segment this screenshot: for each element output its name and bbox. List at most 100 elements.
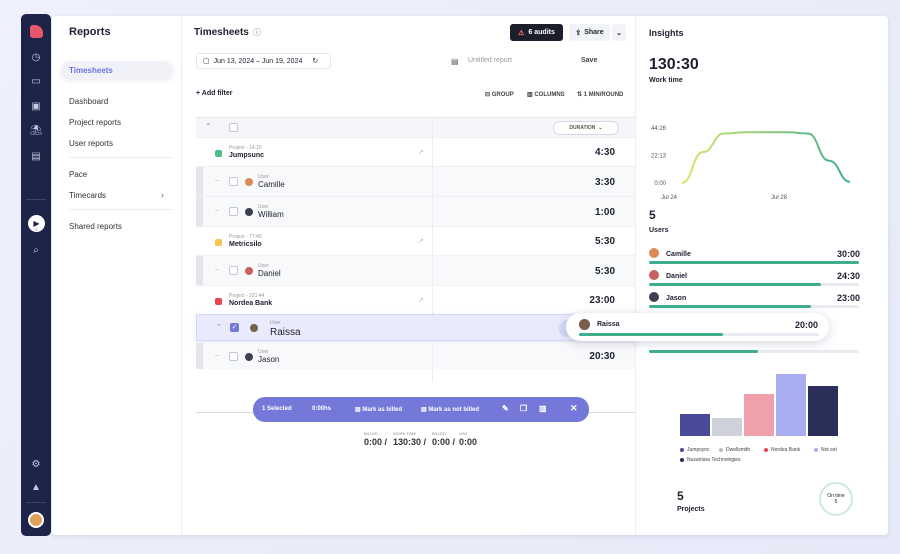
project-color-icon — [215, 150, 222, 157]
add-icon[interactable]: + — [21, 225, 51, 236]
report-name-input[interactable]: Untitled report — [468, 57, 512, 64]
column-divider — [432, 286, 433, 314]
total-value: 0:00 — [459, 437, 478, 447]
legend-dot-icon — [680, 458, 684, 462]
chevron-down-icon: ⌄ — [598, 125, 603, 131]
beach-icon[interactable]: ⛱ — [21, 125, 51, 136]
share-button[interactable]: ⇪ Share — [569, 24, 610, 41]
open-link-icon[interactable]: ↗ — [418, 296, 424, 304]
rounding-button[interactable]: ⇅ 1 MIN/ROUND — [577, 91, 623, 98]
chevron-right-icon[interactable]: › — [161, 190, 164, 200]
table-row[interactable]: Project - 77:40 Metricsilo ↗ 5:30 — [196, 226, 635, 255]
chevron-down-icon: ⌄ — [616, 29, 622, 37]
search-icon[interactable]: ⌕ — [21, 245, 51, 256]
progress-fill — [649, 261, 859, 264]
add-filter-button[interactable]: + Add filter — [196, 90, 233, 97]
open-link-icon[interactable]: ↗ — [418, 148, 424, 156]
user-value: 24:30 — [836, 271, 860, 281]
divider — [69, 209, 173, 210]
duplicate-icon[interactable]: ❐ — [520, 404, 527, 413]
mark-billed-label: Mark as billed — [362, 407, 403, 413]
collapse-icon[interactable]: ⌃ — [216, 323, 222, 331]
table-row[interactable]: – User Daniel 5:30 — [196, 255, 635, 285]
total-value: 0:00 / — [364, 437, 388, 447]
sidebar-item-dashboard[interactable]: Dashboard — [69, 97, 108, 106]
sidebar-item-timesheets[interactable]: Timesheets — [61, 61, 173, 79]
table-row[interactable]: Project - 14:10 Jumpsunc ↗ 4:30 — [196, 137, 635, 166]
progress-fill — [649, 283, 822, 286]
sidebar-item-user-reports[interactable]: User reports — [69, 139, 113, 148]
more-dropdown-button[interactable]: ⌄ — [612, 24, 626, 41]
row-checkbox[interactable] — [229, 266, 238, 275]
columns-button[interactable]: ▥ COLUMNS — [527, 91, 565, 98]
row-type-label: Project - 77:40 — [229, 234, 262, 240]
info-icon[interactable]: ⓘ — [253, 27, 261, 38]
collapse-all-icon[interactable]: ⌃ — [205, 122, 212, 131]
trash-icon[interactable]: ▥ — [539, 404, 547, 413]
total-label: WORK TIME — [393, 431, 417, 436]
close-icon[interactable]: ✕ — [570, 403, 578, 414]
audits-button[interactable]: ⚠ 6 audits — [510, 24, 563, 41]
table-row[interactable]: – User William 1:00 — [196, 196, 635, 226]
user-highlight-popup[interactable]: Raissa 20:00 — [566, 313, 829, 341]
group-button[interactable]: ⊟ GROUP — [485, 91, 514, 98]
sidebar-item-project-reports[interactable]: Project reports — [69, 118, 121, 127]
page-title: Timesheets — [194, 27, 249, 38]
legend-item: Nusantara Technologies — [680, 457, 741, 463]
sidebar-item-pace[interactable]: Pace — [69, 170, 87, 179]
clock-icon[interactable]: ◷ — [21, 52, 51, 63]
user-name: Raissa — [270, 327, 301, 338]
open-link-icon[interactable]: ↗ — [418, 237, 424, 245]
total-label: USD — [459, 431, 468, 436]
save-button[interactable]: Save — [581, 57, 597, 64]
folder-icon[interactable]: ▭ — [21, 76, 51, 87]
mark-not-billed-button[interactable]: ▤ Mark as not billed — [421, 406, 479, 413]
date-range-label: Jun 13, 2024 – Jun 19, 2024 — [213, 57, 303, 65]
avatar — [245, 178, 253, 186]
table-row[interactable]: Project - 221:44 Nordea Bank ↗ 23:00 — [196, 285, 635, 314]
row-gutter — [196, 167, 203, 196]
y-tick-label: 44:26 — [651, 126, 667, 132]
bell-icon[interactable]: ▲ — [21, 482, 51, 493]
projects-bar-chart — [680, 374, 838, 436]
select-all-checkbox[interactable] — [229, 123, 238, 132]
avatar — [245, 267, 253, 275]
refresh-icon[interactable]: ↻ — [312, 57, 318, 65]
row-checkbox[interactable] — [229, 207, 238, 216]
row-checkbox-checked[interactable]: ✓ — [230, 323, 239, 332]
column-divider — [432, 227, 433, 255]
sidebar-item-label: Timesheets — [69, 66, 113, 75]
columns-label: COLUMNS — [534, 92, 565, 98]
table-row[interactable]: – User Jason 20:30 — [196, 342, 635, 369]
bulk-action-bar: 1 Selected 0:00hs ▤ Mark as billed ▤ Mar… — [253, 397, 589, 422]
row-checkbox[interactable] — [229, 177, 238, 186]
progress-fill — [649, 350, 759, 353]
gear-icon[interactable]: ⚙ — [21, 459, 51, 470]
legend-label: Nordea Bank — [771, 447, 801, 453]
sidebar-item-timecards[interactable]: Timecards — [69, 191, 106, 200]
project-color-icon — [215, 298, 222, 305]
row-gutter — [196, 197, 203, 226]
sidebar-item-shared-reports[interactable]: Shared reports — [69, 222, 122, 231]
progress-fill — [579, 333, 723, 336]
user-name: Jason — [666, 295, 687, 302]
mark-billed-button[interactable]: ▤ Mark as billed — [355, 406, 402, 413]
edit-icon[interactable]: ✎ — [502, 404, 509, 413]
row-checkbox[interactable] — [229, 352, 238, 361]
app-rail: ◷ ▭ ▣ ⛱ ▤ ▶ + ⌕ ⚙ ▲ — [21, 14, 51, 536]
document-icon[interactable]: ▤ — [21, 151, 51, 162]
share-icon: ⇪ — [575, 29, 582, 37]
duration-sort-button[interactable]: DURATION ⌄ — [553, 121, 619, 135]
progress-track — [579, 333, 819, 336]
dash-icon: – — [215, 352, 219, 359]
avatar[interactable] — [28, 512, 44, 528]
date-range-picker[interactable]: ▢ Jun 13, 2024 – Jun 19, 2024 ↻ — [196, 53, 331, 69]
user-name: Camille — [258, 180, 285, 189]
image-icon[interactable]: ▣ — [21, 101, 51, 112]
row-gutter — [196, 256, 203, 285]
table-row[interactable]: – User Camille 3:30 — [196, 166, 635, 196]
duration-value: 1:00 — [594, 207, 615, 218]
selected-count: 1 Selected — [262, 406, 292, 412]
selected-hours: 0:00hs — [312, 406, 332, 412]
legend-label: Dwellsmith — [726, 447, 751, 453]
